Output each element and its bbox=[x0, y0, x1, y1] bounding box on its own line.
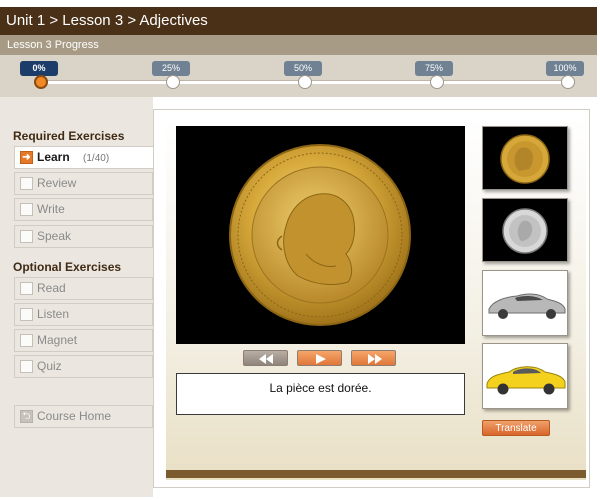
gold-coin-thumb-icon bbox=[500, 134, 550, 184]
thumbnail-gold-coin[interactable] bbox=[482, 126, 568, 190]
checkbox-icon bbox=[20, 360, 33, 373]
sidebar-item-read[interactable]: Read bbox=[14, 277, 153, 300]
progress-marker-75[interactable]: 75% bbox=[415, 61, 453, 76]
sidebar-item-magnet[interactable]: Magnet bbox=[14, 329, 153, 352]
sidebar-item-label: Write bbox=[37, 202, 65, 216]
silver-car-thumb-icon bbox=[488, 293, 566, 319]
progress-label: Lesson 3 Progress bbox=[0, 35, 597, 55]
progress-marker-100[interactable]: 100% bbox=[546, 61, 584, 76]
thumbnail-silver-coin[interactable] bbox=[482, 198, 568, 262]
rewind-button[interactable] bbox=[243, 350, 288, 366]
rewind-icon bbox=[259, 354, 273, 364]
course-home-label: Course Home bbox=[37, 409, 112, 423]
checkbox-icon bbox=[20, 203, 33, 216]
sidebar-item-label: Speak bbox=[37, 229, 72, 243]
sidebar-item-label: Read bbox=[37, 281, 66, 295]
sidebar-item-label: Listen bbox=[37, 307, 70, 321]
app-frame: Unit 1 > Lesson 3 > Adjectives Lesson 3 … bbox=[0, 0, 600, 500]
sidebar-item-speak[interactable]: Speak bbox=[14, 225, 153, 248]
course-home-button[interactable]: ⮌ Course Home bbox=[14, 405, 153, 428]
breadcrumb: Unit 1 > Lesson 3 > Adjectives bbox=[0, 7, 597, 35]
silver-coin-thumb-icon bbox=[502, 208, 548, 254]
progress-marker-25[interactable]: 25% bbox=[152, 61, 190, 76]
sidebar-item-review[interactable]: Review bbox=[14, 172, 153, 195]
sidebar-item-listen[interactable]: Listen bbox=[14, 303, 153, 326]
arrow-right-icon: ➜ bbox=[20, 151, 33, 164]
progress-dot-100[interactable] bbox=[561, 75, 575, 89]
exercise-footer-bar bbox=[166, 470, 586, 478]
sidebar-item-learn[interactable]: ➜ Learn (1/40) bbox=[14, 146, 155, 169]
optional-exercises-title: Optional Exercises bbox=[13, 260, 122, 274]
progress-marker-50[interactable]: 50% bbox=[284, 61, 322, 76]
progress-dot-75[interactable] bbox=[430, 75, 444, 89]
checkbox-icon bbox=[20, 282, 33, 295]
progress-dot-0[interactable] bbox=[34, 75, 48, 89]
sidebar-item-quiz[interactable]: Quiz bbox=[14, 355, 153, 378]
yellow-car-thumb-icon bbox=[486, 366, 566, 395]
sidebar-item-label: Review bbox=[37, 176, 77, 190]
sidebar-item-label: Quiz bbox=[37, 359, 62, 373]
checkbox-icon bbox=[20, 177, 33, 190]
translate-button[interactable]: Translate bbox=[482, 420, 550, 436]
checkbox-icon bbox=[20, 230, 33, 243]
progress-dot-50[interactable] bbox=[298, 75, 312, 89]
sidebar-item-label: Learn bbox=[37, 150, 70, 164]
play-icon bbox=[316, 354, 326, 364]
progress-dot-25[interactable] bbox=[166, 75, 180, 89]
progress-marker-0[interactable]: 0% bbox=[20, 61, 58, 76]
fast-forward-button[interactable] bbox=[351, 350, 396, 366]
main-image bbox=[176, 126, 465, 344]
play-button[interactable] bbox=[297, 350, 342, 366]
checkbox-icon bbox=[20, 334, 33, 347]
sentence-text: La pièce est dorée. bbox=[176, 373, 465, 415]
sidebar-item-write[interactable]: Write bbox=[14, 198, 153, 221]
sidebar-item-label: Magnet bbox=[37, 333, 78, 347]
checkbox-icon bbox=[20, 308, 33, 321]
required-exercises-title: Required Exercises bbox=[13, 129, 125, 143]
thumbnail-silver-car[interactable] bbox=[482, 270, 568, 336]
thumbnail-yellow-car[interactable] bbox=[482, 343, 568, 409]
fast-forward-icon bbox=[368, 354, 382, 364]
back-arrow-icon: ⮌ bbox=[20, 410, 33, 423]
learn-count: (1/40) bbox=[83, 153, 110, 164]
gold-coin-image bbox=[229, 144, 411, 326]
